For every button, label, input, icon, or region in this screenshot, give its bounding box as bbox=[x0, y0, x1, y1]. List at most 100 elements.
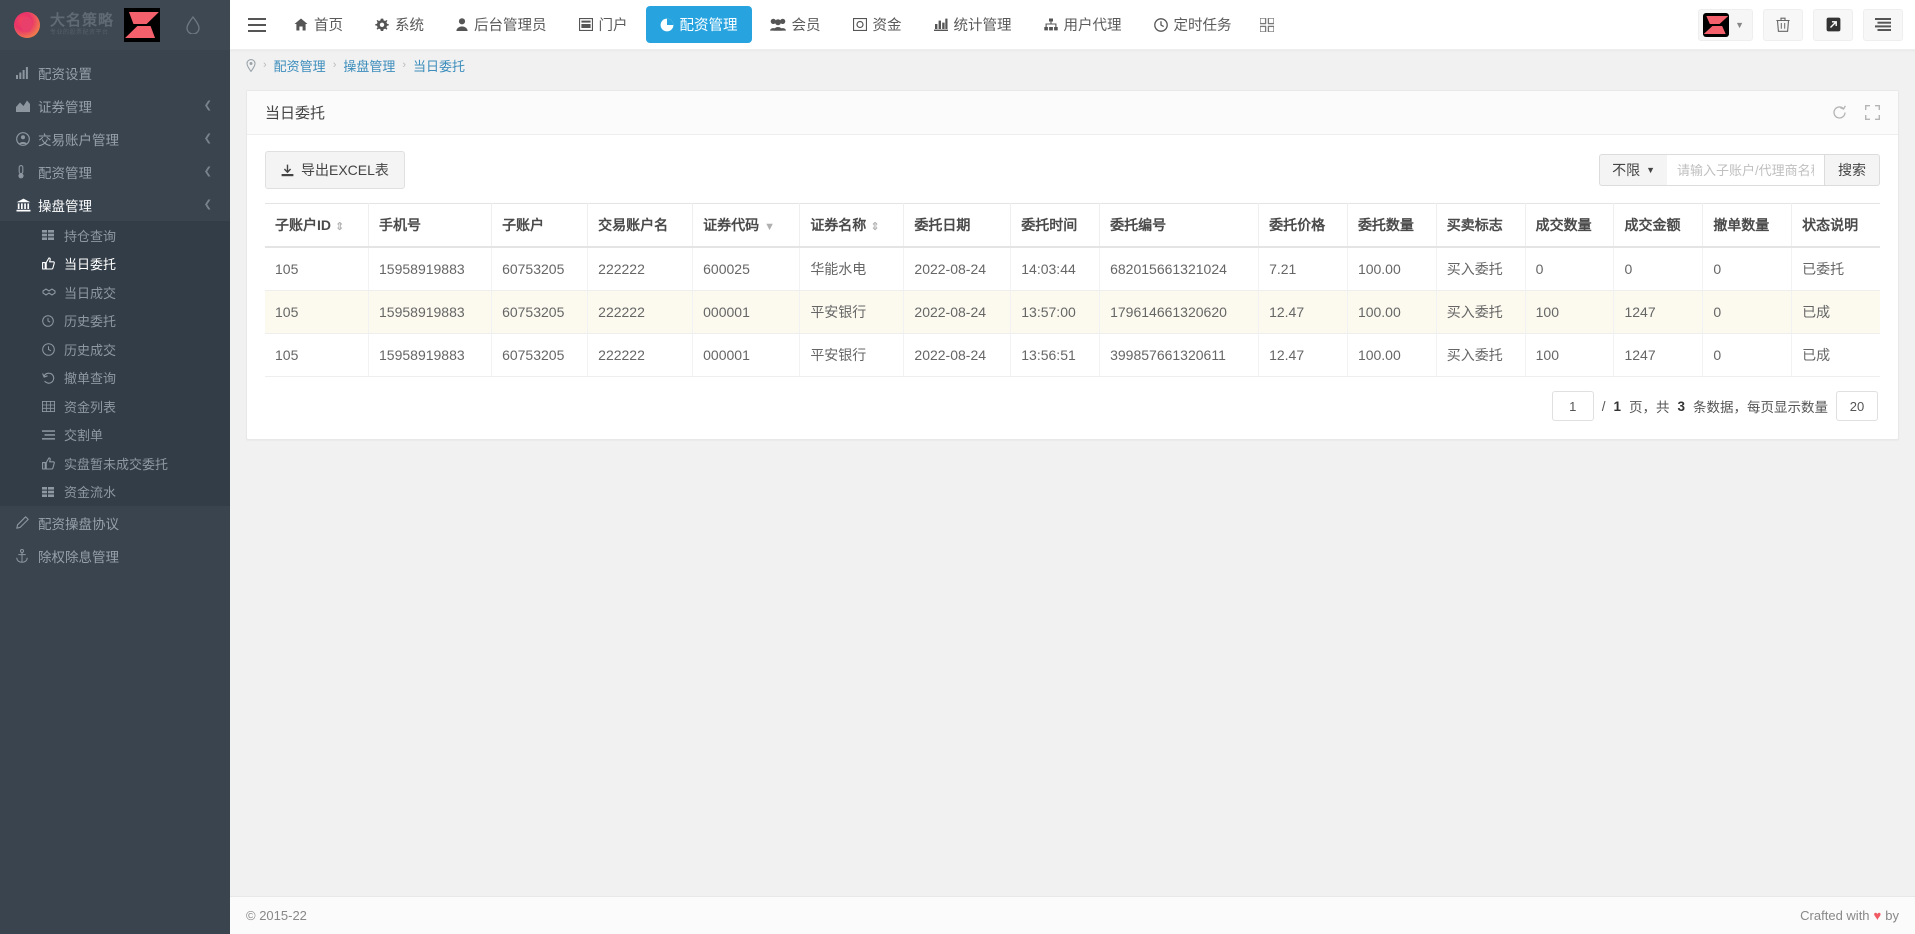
sidebar-subitem-lishi-weituo[interactable]: 历史委托 bbox=[0, 307, 230, 336]
sidebar-subitem-zijin-liebiao[interactable]: 资金列表 bbox=[0, 392, 230, 421]
hamburger-icon[interactable] bbox=[234, 0, 280, 50]
sidebar-subitem-dangri-weituo[interactable]: 当日委托 bbox=[0, 250, 230, 279]
cell-order-date: 2022-08-24 bbox=[904, 291, 1011, 334]
topnav-item-system[interactable]: 系统 bbox=[361, 6, 438, 43]
cell-security-name: 平安银行 bbox=[800, 334, 904, 377]
crafted-prefix: Crafted with bbox=[1800, 908, 1869, 923]
col-filled-amount: 成交金额 bbox=[1614, 204, 1703, 248]
page-size-input[interactable] bbox=[1836, 391, 1878, 421]
sidebar-item-label: 交易账户管理 bbox=[38, 129, 204, 149]
brand-header[interactable]: 大名策略 专业的股票配资平台 bbox=[0, 0, 230, 50]
topnav-item-peizi-guanli[interactable]: 配资管理 bbox=[646, 6, 752, 43]
pager-total-pages: 1 bbox=[1613, 399, 1621, 414]
sidebar-subitem-zijin-liushui[interactable]: 资金流水 bbox=[0, 478, 230, 507]
sidebar-item-zhengquan-guanli[interactable]: 证券管理 ❮ bbox=[0, 89, 230, 122]
table-row[interactable]: 105 15958919883 60753205 222222 000001 平… bbox=[265, 334, 1880, 377]
apps-grid-icon[interactable] bbox=[1250, 10, 1284, 40]
menu-lines-icon[interactable] bbox=[1863, 9, 1903, 41]
cell-order-price: 12.47 bbox=[1259, 334, 1348, 377]
sidebar-subitem-shipan-zanwei-chengjiao-weituo[interactable]: 实盘暂未成交委托 bbox=[0, 449, 230, 478]
breadcrumb-separator: › bbox=[333, 59, 337, 71]
breadcrumb: › 配资管理 › 操盘管理 › 当日委托 bbox=[230, 50, 1915, 80]
cell-sub-account-id: 105 bbox=[265, 247, 369, 291]
topnav-item-scheduled-tasks[interactable]: 定时任务 bbox=[1140, 6, 1246, 43]
col-order-date: 委托日期 bbox=[904, 204, 1011, 248]
topnav-item-home[interactable]: 首页 bbox=[280, 6, 357, 43]
col-label: 委托时间 bbox=[1021, 217, 1077, 233]
table-row[interactable]: 105 15958919883 60753205 222222 000001 平… bbox=[265, 291, 1880, 334]
col-order-price: 委托价格 bbox=[1259, 204, 1348, 248]
copyright-text: © 2015-22 bbox=[246, 908, 307, 923]
chevron-left-icon: ❮ bbox=[204, 133, 212, 144]
col-label: 成交数量 bbox=[1536, 217, 1592, 233]
col-security-name[interactable]: 证券名称⇕ bbox=[800, 204, 904, 248]
sidebar-item-peizi-shezhi[interactable]: 配资设置 bbox=[0, 56, 230, 89]
cell-trade-account-name: 222222 bbox=[588, 247, 693, 291]
topnav-item-stats[interactable]: 统计管理 bbox=[920, 6, 1026, 43]
col-filled-qty: 成交数量 bbox=[1525, 204, 1614, 248]
fullscreen-icon[interactable] bbox=[1865, 105, 1880, 120]
brand-name: 大名策略 专业的股票配资平台 bbox=[50, 13, 114, 36]
topnav-item-label: 用户代理 bbox=[1064, 14, 1122, 35]
sidebar-subitem-lishi-chengjiao[interactable]: 历史成交 bbox=[0, 335, 230, 364]
refresh-icon[interactable] bbox=[1832, 105, 1847, 120]
col-order-qty: 委托数量 bbox=[1347, 204, 1436, 248]
cell-order-number: 399857661320611 bbox=[1100, 334, 1259, 377]
cell-order-date: 2022-08-24 bbox=[904, 334, 1011, 377]
topnav-item-label: 统计管理 bbox=[954, 14, 1012, 35]
sidebar-subitem-chedan-chaxun[interactable]: 撤单查询 bbox=[0, 364, 230, 393]
breadcrumb-item-1[interactable]: 操盘管理 bbox=[343, 56, 395, 75]
sidebar-item-label: 操盘管理 bbox=[38, 195, 204, 215]
sidebar-item-label: 配资设置 bbox=[38, 63, 212, 83]
export-excel-button[interactable]: 导出EXCEL表 bbox=[265, 151, 405, 189]
topnav-item-members[interactable]: 会员 bbox=[756, 6, 835, 43]
user-circle-icon bbox=[16, 132, 38, 146]
col-security-code[interactable]: 证券代码▼ bbox=[693, 204, 800, 248]
table-row[interactable]: 105 15958919883 60753205 222222 600025 华… bbox=[265, 247, 1880, 291]
pager-total-records: 3 bbox=[1677, 399, 1685, 414]
topnav-item-portal[interactable]: 门户 bbox=[565, 6, 642, 43]
cell-order-price: 12.47 bbox=[1259, 291, 1348, 334]
pager-slash: / bbox=[1602, 399, 1606, 414]
window-icon bbox=[579, 18, 593, 31]
expand-arrow-icon[interactable] bbox=[1813, 9, 1853, 41]
water-drop-icon[interactable] bbox=[186, 16, 200, 34]
cell-filled-amount: 0 bbox=[1614, 247, 1703, 291]
topnav-item-funds[interactable]: 资金 bbox=[839, 6, 916, 43]
sidebar-subitem-label: 撤单查询 bbox=[64, 368, 116, 387]
cell-order-number: 682015661321024 bbox=[1100, 247, 1259, 291]
gear-icon bbox=[375, 18, 389, 32]
topnav-item-admin[interactable]: 后台管理员 bbox=[442, 6, 561, 43]
filter-icon: ▼ bbox=[764, 221, 775, 233]
search-scope-select[interactable]: 不限 ▼ bbox=[1599, 154, 1667, 186]
sidebar-item-peizi-caopan-xieyi[interactable]: 配资操盘协议 bbox=[0, 506, 230, 539]
undo-icon bbox=[42, 372, 64, 384]
avatar[interactable]: ▼ bbox=[1698, 9, 1753, 41]
crafted-suffix: by bbox=[1885, 908, 1899, 923]
sidebar-item-peizi-guanli[interactable]: 配资管理 ❮ bbox=[0, 155, 230, 188]
sidebar-item-caopan-guanli[interactable]: 操盘管理 ❮ bbox=[0, 188, 230, 221]
sidebar-subitem-jiaogedan[interactable]: 交割单 bbox=[0, 421, 230, 450]
breadcrumb-item-0[interactable]: 配资管理 bbox=[274, 56, 326, 75]
search-input[interactable] bbox=[1667, 154, 1824, 186]
topnav-item-agent[interactable]: 用户代理 bbox=[1030, 6, 1136, 43]
sidebar-item-jiaoyi-zhanghu-guanli[interactable]: 交易账户管理 ❮ bbox=[0, 122, 230, 155]
col-label: 成交金额 bbox=[1624, 217, 1680, 233]
search-group: 不限 ▼ 搜索 bbox=[1599, 154, 1880, 186]
cell-cancel-qty: 0 bbox=[1703, 247, 1792, 291]
thumbs-up-icon bbox=[42, 257, 64, 270]
cell-filled-qty: 100 bbox=[1525, 291, 1614, 334]
page-number-input[interactable] bbox=[1552, 391, 1594, 421]
sidebar-item-chuquan-chuxi-guanli[interactable]: 除权除息管理 bbox=[0, 539, 230, 572]
cell-order-time: 14:03:44 bbox=[1011, 247, 1100, 291]
chevron-down-icon: ❮ bbox=[204, 199, 212, 210]
sidebar-subitem-dangri-chengjiao[interactable]: 当日成交 bbox=[0, 278, 230, 307]
col-sub-account-id[interactable]: 子账户ID⇕ bbox=[265, 204, 369, 248]
content-area: 当日委托 bbox=[230, 80, 1915, 896]
search-button[interactable]: 搜索 bbox=[1824, 154, 1880, 186]
sidebar-subitem-chicang-chaxun[interactable]: 持仓查询 bbox=[0, 221, 230, 250]
clock-icon bbox=[42, 315, 64, 327]
col-label: 委托数量 bbox=[1358, 217, 1414, 233]
topnav-item-label: 门户 bbox=[599, 14, 628, 35]
trash-icon[interactable] bbox=[1763, 9, 1803, 41]
